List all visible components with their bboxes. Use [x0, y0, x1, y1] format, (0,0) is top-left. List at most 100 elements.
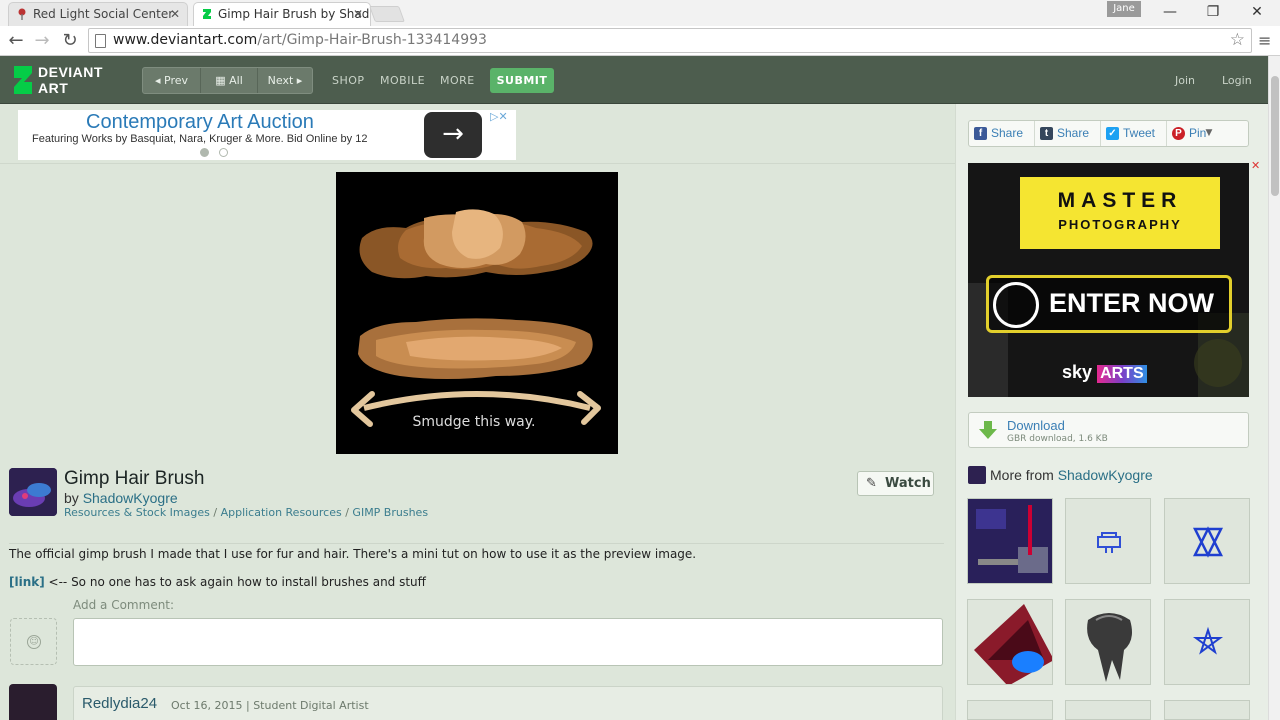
- commenter-avatar[interactable]: [9, 684, 57, 720]
- back-icon[interactable]: ←: [5, 30, 27, 52]
- profile-badge[interactable]: Jane: [1107, 1, 1141, 17]
- browser-menu-icon[interactable]: ≡: [1258, 31, 1271, 50]
- maximize-icon[interactable]: ❐: [1203, 4, 1223, 20]
- url-path: /art/Gimp-Hair-Brush-133414993: [257, 32, 487, 48]
- ad-title[interactable]: Contemporary Art Auction: [86, 111, 314, 134]
- pinterest-pin-button[interactable]: P Pin: [1167, 121, 1206, 146]
- watch-icon: ✎: [866, 476, 877, 491]
- share-bar: f Share t Share ✓ Tweet P Pin ▼: [968, 120, 1249, 147]
- thumbnail-image: [1097, 532, 1121, 553]
- gallery-thumbnail[interactable]: [1065, 700, 1151, 720]
- all-button[interactable]: ▦ All: [201, 68, 257, 93]
- forward-icon[interactable]: →: [31, 30, 53, 52]
- nav-mobile[interactable]: MOBILE: [380, 74, 425, 87]
- gallery-thumbnail[interactable]: [1065, 599, 1151, 685]
- author-link[interactable]: ShadowKyogre: [83, 490, 178, 506]
- breadcrumb-sep: /: [209, 506, 221, 519]
- browser-tab-gimp-hair-brush[interactable]: Gimp Hair Brush by Shado ✕: [193, 2, 371, 26]
- twitter-icon: ✓: [1106, 127, 1119, 140]
- gallery-thumbnail[interactable]: [1164, 498, 1250, 584]
- breadcrumb-item[interactable]: GIMP Brushes: [352, 506, 428, 519]
- ad-arrow-button[interactable]: →: [424, 112, 482, 158]
- join-link[interactable]: Join: [1175, 74, 1195, 87]
- logo-line-1: DEVIANT: [38, 64, 103, 80]
- scrollbar-thumb[interactable]: [1271, 76, 1279, 196]
- tab-close-icon[interactable]: ✕: [353, 3, 363, 25]
- thumbnail-image: [974, 604, 1052, 684]
- reload-icon[interactable]: ↻: [59, 30, 81, 52]
- gallery-thumbnail[interactable]: [967, 498, 1053, 584]
- url-host: www.deviantart.com: [113, 32, 258, 48]
- minimize-icon[interactable]: —: [1160, 4, 1180, 20]
- url-text[interactable]: www.deviantart.com/art/Gimp-Hair-Brush-1…: [113, 32, 487, 48]
- prev-button[interactable]: ◂ Prev: [143, 68, 200, 93]
- thumbnail-image: [1192, 526, 1224, 558]
- carousel-dot-active[interactable]: [200, 148, 209, 157]
- ad-subtitle: Featuring Works by Basquiat, Nara, Kruge…: [32, 133, 368, 145]
- author-mini-avatar[interactable]: [968, 466, 986, 484]
- sidebar-ad-master-of-photography[interactable]: MASTER PHOTOGRAPHY ENTER NOW sky ARTS: [968, 163, 1249, 397]
- download-button[interactable]: Download GBR download, 1.6 KB: [968, 412, 1249, 448]
- submit-button[interactable]: SUBMIT: [490, 68, 554, 93]
- emoticon-picker[interactable]: ☺: [10, 618, 57, 665]
- thumbnail-image: [1192, 626, 1224, 655]
- logo-line-2: ART: [38, 80, 69, 96]
- author-avatar[interactable]: [9, 468, 57, 516]
- browser-toolbar: ← → ↻ www.deviantart.com/art/Gimp-Hair-B…: [0, 26, 1280, 56]
- description-link-line: [link] <-- So no one has to ask again ho…: [9, 575, 426, 589]
- download-arrow-icon: [979, 421, 997, 439]
- add-comment-label: Add a Comment:: [73, 598, 175, 612]
- byline: by ShadowKyogre: [64, 490, 178, 506]
- address-bar[interactable]: www.deviantart.com/art/Gimp-Hair-Brush-1…: [88, 28, 1252, 53]
- ad-line-2: PHOTOGRAPHY: [1058, 217, 1182, 232]
- new-tab-button[interactable]: [369, 6, 405, 22]
- browser-tab-red-light[interactable]: Red Light Social Center ✕: [8, 2, 188, 26]
- page-scrollbar[interactable]: [1268, 56, 1280, 720]
- breadcrumb-sep: /: [341, 506, 353, 519]
- breadcrumb-item[interactable]: Application Resources: [221, 506, 342, 519]
- gallery-thumbnail[interactable]: [1164, 700, 1250, 720]
- more-from-user-link[interactable]: ShadowKyogre: [1058, 467, 1153, 483]
- facebook-share-button[interactable]: f Share: [969, 121, 1033, 146]
- site-header: DEVIANT ART ◂ Prev ▦ All Next ▸ SHOP MOB…: [0, 56, 1268, 104]
- breadcrumb-item[interactable]: Resources & Stock Images: [64, 506, 210, 519]
- watch-button[interactable]: ✎ Watch: [857, 471, 934, 496]
- ad-close-icon[interactable]: ✕: [1251, 159, 1260, 172]
- gallery-thumbnail[interactable]: [1164, 599, 1250, 685]
- comment-meta: Oct 16, 2015 | Student Digital Artist: [171, 699, 369, 712]
- tutorial-link[interactable]: [link]: [9, 575, 45, 589]
- deviantart-logo[interactable]: DEVIANT ART: [12, 64, 122, 96]
- ad-headline: MASTER PHOTOGRAPHY: [1020, 177, 1220, 249]
- nav-shop[interactable]: SHOP: [332, 74, 365, 87]
- deviation-artwork[interactable]: Smudge this way.: [336, 172, 618, 454]
- gallery-thumbnail[interactable]: [967, 599, 1053, 685]
- deviantart-icon: [203, 9, 211, 19]
- bookmark-star-icon[interactable]: ☆: [1230, 30, 1245, 50]
- enter-now-button[interactable]: ENTER NOW: [986, 275, 1232, 333]
- share-more-dropdown-icon[interactable]: ▼: [1198, 121, 1220, 146]
- login-link[interactable]: Login: [1222, 74, 1252, 87]
- gallery-thumbnail[interactable]: [1065, 498, 1151, 584]
- top-banner-ad[interactable]: Contemporary Art Auction Featuring Works…: [18, 110, 516, 160]
- next-button[interactable]: Next ▸: [258, 68, 312, 93]
- tab-close-icon[interactable]: ✕: [170, 3, 180, 25]
- divider: [9, 543, 944, 544]
- deviation-description: The official gimp brush I made that I us…: [9, 547, 697, 561]
- share-label: Share: [1057, 126, 1090, 140]
- tumblr-share-button[interactable]: t Share: [1035, 121, 1099, 146]
- close-window-icon[interactable]: ✕: [1247, 4, 1267, 20]
- thumbnail-image: [968, 499, 1052, 583]
- gallery-thumbnail[interactable]: [967, 700, 1053, 720]
- comment-input[interactable]: [73, 618, 943, 666]
- carousel-dot[interactable]: [219, 148, 228, 157]
- ad-choices-icon[interactable]: ▷✕: [490, 110, 508, 123]
- watch-label: Watch: [885, 476, 931, 491]
- facebook-icon: f: [974, 127, 987, 140]
- gallery-navigation: ◂ Prev ▦ All Next ▸: [142, 67, 313, 94]
- commenter-username[interactable]: Redlydia24: [82, 695, 157, 712]
- comment-date[interactable]: Oct 16, 2015: [171, 699, 243, 712]
- nav-more[interactable]: MORE: [440, 74, 475, 87]
- enter-now-label: ENTER NOW: [1049, 288, 1214, 318]
- meta-sep: |: [242, 699, 254, 712]
- twitter-tweet-button[interactable]: ✓ Tweet: [1101, 121, 1165, 146]
